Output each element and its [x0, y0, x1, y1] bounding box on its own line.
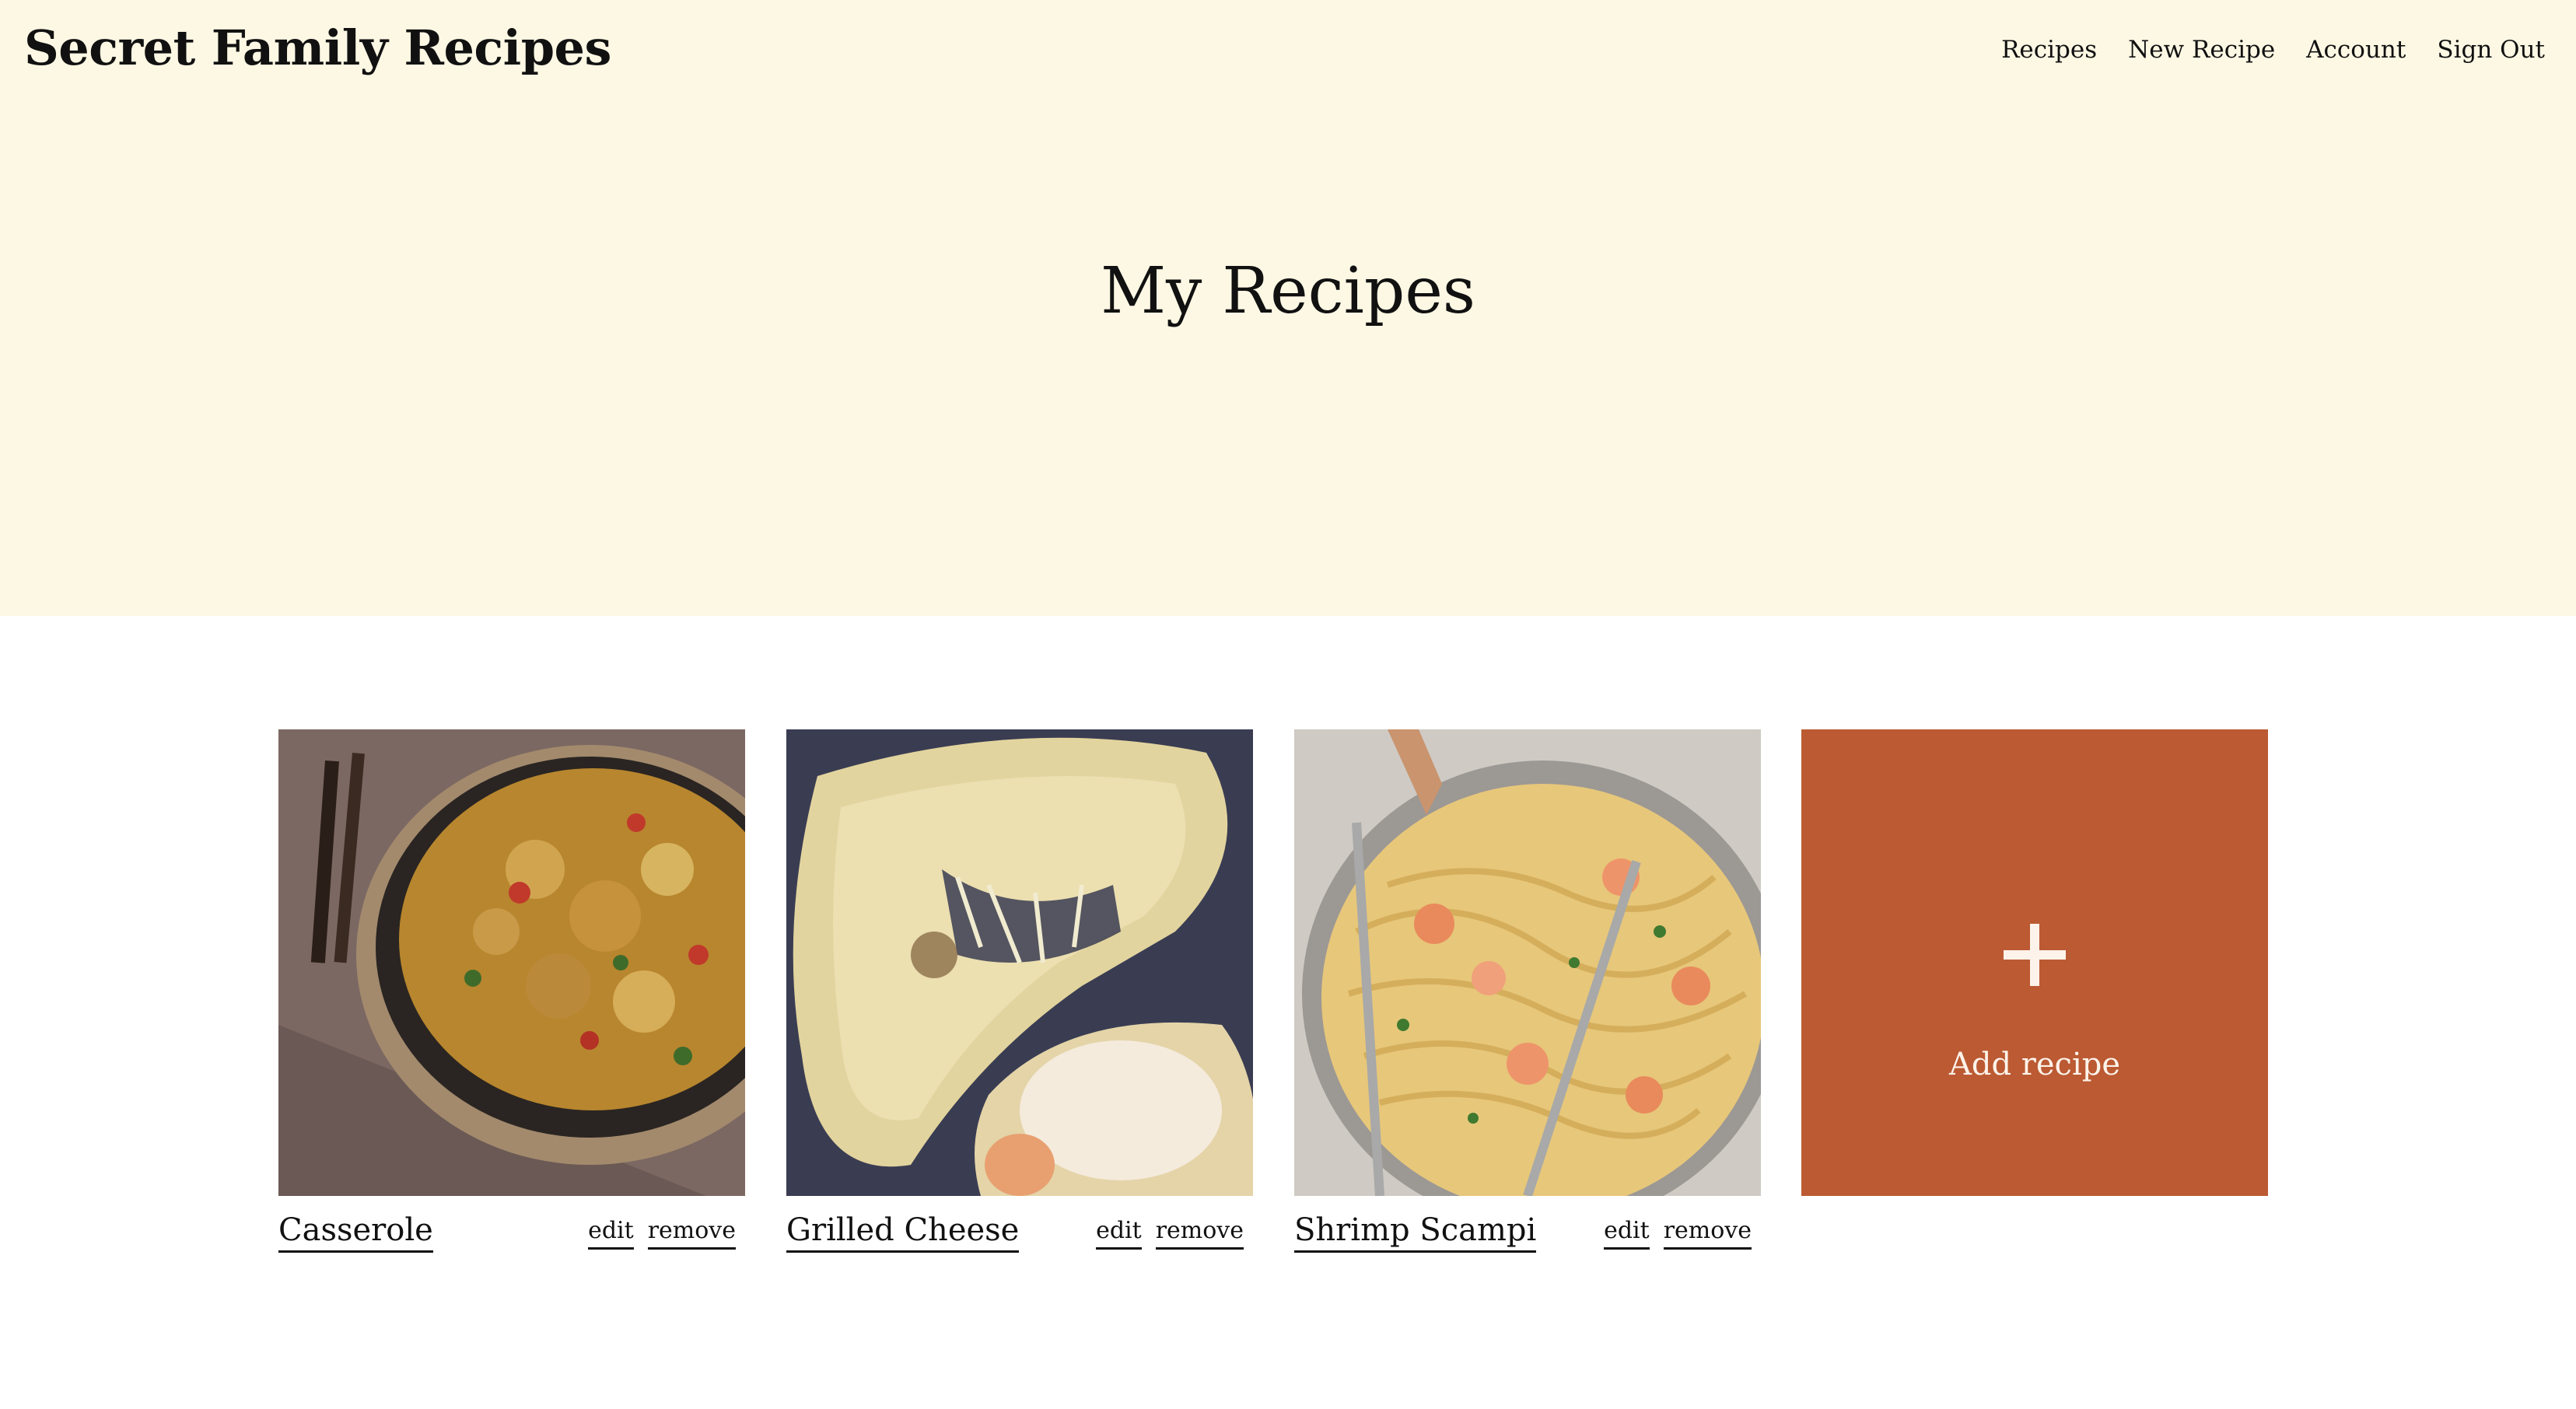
recipe-actions: edit remove [1096, 1215, 1244, 1250]
remove-link[interactable]: remove [1663, 1215, 1752, 1250]
recipe-actions: edit remove [588, 1215, 736, 1250]
shrimp-scampi-photo [1294, 729, 1761, 1196]
recipe-card-shrimp-scampi: Shrimp Scampi edit remove [1294, 729, 1761, 1266]
page-title: My Recipes [1101, 254, 1475, 328]
edit-link[interactable]: edit [1604, 1215, 1650, 1250]
nav-account[interactable]: Account [2306, 31, 2406, 68]
recipe-actions: edit remove [1604, 1215, 1752, 1250]
recipe-image-casserole[interactable] [278, 729, 745, 1196]
nav-new-recipe[interactable]: New Recipe [2128, 31, 2275, 68]
recipe-image-shrimp-scampi[interactable] [1294, 729, 1761, 1196]
remove-link[interactable]: remove [1155, 1215, 1244, 1250]
recipe-name-link[interactable]: Casserole [278, 1210, 433, 1253]
recipe-name-link[interactable]: Shrimp Scampi [1294, 1210, 1537, 1253]
add-recipe-button[interactable]: Add recipe [1801, 729, 2268, 1196]
recipe-image-grilled-cheese[interactable] [786, 729, 1253, 1196]
recipe-name-link[interactable]: Grilled Cheese [786, 1210, 1020, 1253]
remove-link[interactable]: remove [647, 1215, 736, 1250]
grilled-cheese-photo [786, 729, 1253, 1196]
edit-link[interactable]: edit [1096, 1215, 1142, 1250]
nav-sign-out[interactable]: Sign Out [2437, 31, 2545, 68]
recipe-caption: Grilled Cheese edit remove [786, 1204, 1253, 1266]
recipe-caption: Casserole edit remove [278, 1204, 745, 1266]
nav-recipes[interactable]: Recipes [2001, 31, 2097, 68]
main-nav: Recipes New Recipe Account Sign Out [2001, 31, 2545, 68]
add-recipe-label: Add recipe [1948, 1047, 2121, 1082]
plus-icon [2004, 924, 2066, 986]
edit-link[interactable]: edit [588, 1215, 634, 1250]
recipe-card-grilled-cheese: Grilled Cheese edit remove [786, 729, 1253, 1266]
hero-banner: Secret Family Recipes Recipes New Recipe… [0, 0, 2576, 616]
recipe-caption: Shrimp Scampi edit remove [1294, 1204, 1761, 1266]
casserole-photo [278, 729, 745, 1196]
recipe-card-casserole: Casserole edit remove [278, 729, 745, 1266]
site-logo[interactable]: Secret Family Recipes [24, 17, 611, 79]
